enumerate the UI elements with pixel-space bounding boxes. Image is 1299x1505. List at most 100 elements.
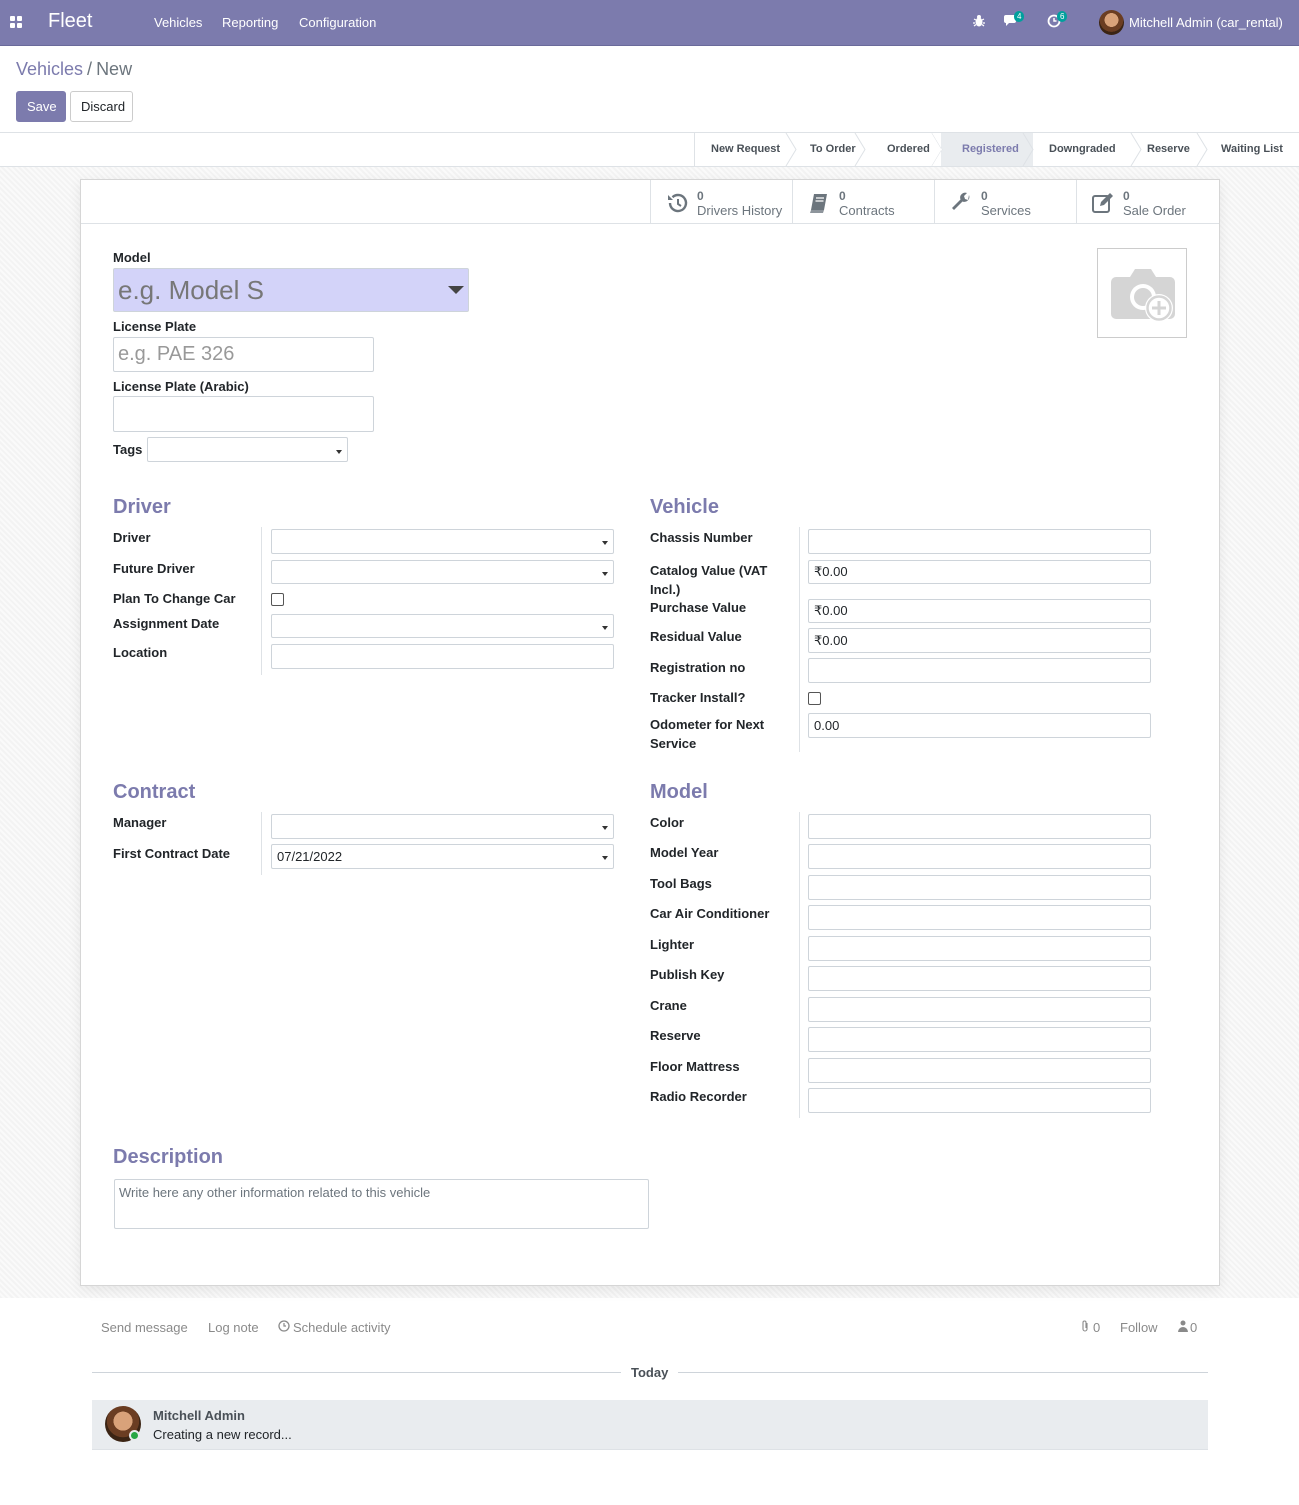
catalog-value-label: Catalog Value (VAT Incl.): [650, 563, 768, 597]
color-field[interactable]: [808, 814, 1151, 839]
registration-no-field[interactable]: [808, 658, 1151, 683]
contracts-label: Contracts: [839, 203, 895, 218]
sale-order-button[interactable]: 0 Sale Order: [1076, 180, 1219, 223]
today-label: Today: [631, 1365, 669, 1380]
radio-recorder-field[interactable]: [808, 1088, 1151, 1113]
services-button[interactable]: 0 Services: [934, 180, 1076, 223]
location-field[interactable]: [271, 644, 614, 669]
author-name[interactable]: Mitchell Admin: [153, 1408, 245, 1423]
schedule-activity-button[interactable]: Schedule activity: [293, 1320, 391, 1335]
license-plate-arabic-label: License Plate (Arabic): [113, 379, 249, 394]
driver-dropdown-icon: [602, 541, 608, 545]
contracts-button[interactable]: 0 Contracts: [792, 180, 934, 223]
assignment-date-field[interactable]: [271, 614, 614, 638]
contract-divider: [261, 812, 262, 875]
messages-badge: 4: [1014, 11, 1025, 22]
drivers-history-button[interactable]: 0 Drivers History: [650, 180, 792, 223]
chassis-number-field[interactable]: [808, 529, 1151, 554]
status-bar: New Request To Order Ordered Registered …: [0, 132, 1299, 167]
purchase-value-label: Purchase Value: [650, 600, 747, 615]
today-divider-left: [92, 1372, 621, 1373]
menu-reporting[interactable]: Reporting: [222, 15, 278, 30]
floor-mattress-field[interactable]: [808, 1058, 1151, 1083]
plan-change-car-checkbox[interactable]: [271, 593, 284, 606]
first-contract-date-dropdown-icon: [602, 856, 608, 860]
sale-order-label: Sale Order: [1123, 203, 1186, 218]
vehicle-divider: [799, 527, 800, 752]
crane-label: Crane: [650, 998, 687, 1013]
drivers-history-label: Drivers History: [697, 203, 783, 218]
user-avatar[interactable]: [1099, 10, 1124, 35]
manager-label: Manager: [113, 815, 167, 830]
camera-plus-icon: [1111, 269, 1175, 322]
catalog-value-field[interactable]: ₹0.00: [808, 560, 1151, 584]
send-message-button[interactable]: Send message: [101, 1320, 188, 1335]
tags-label: Tags: [113, 442, 143, 457]
color-label: Color: [650, 815, 684, 830]
breadcrumb-vehicles[interactable]: Vehicles: [16, 59, 83, 79]
model-divider: [799, 812, 800, 1118]
residual-value-field[interactable]: ₹0.00: [808, 628, 1151, 653]
book-icon: [810, 194, 827, 213]
menu-configuration[interactable]: Configuration: [299, 15, 376, 30]
floor-mattress-label: Floor Mattress: [650, 1059, 740, 1074]
driver-field[interactable]: [271, 529, 614, 554]
breadcrumb-current: New: [96, 59, 133, 79]
license-plate-arabic-field[interactable]: [113, 396, 374, 432]
manager-field[interactable]: [271, 814, 614, 839]
top-navbar: Fleet Vehicles Reporting Configuration 4…: [0, 0, 1299, 46]
tracker-install-label: Tracker Install?: [650, 690, 746, 705]
vehicle-image-upload[interactable]: [1097, 248, 1187, 338]
history-icon: [668, 193, 688, 213]
radio-recorder-label: Radio Recorder: [650, 1089, 747, 1104]
future-driver-field[interactable]: [271, 560, 614, 584]
car-air-conditioner-field[interactable]: [808, 905, 1151, 930]
crane-field[interactable]: [808, 997, 1151, 1022]
sale-order-count: 0: [1123, 189, 1130, 203]
user-menu[interactable]: Mitchell Admin (car_rental): [1129, 15, 1283, 30]
tracker-install-checkbox[interactable]: [808, 692, 821, 705]
activities-icon[interactable]: 6: [1047, 11, 1068, 31]
app-brand[interactable]: Fleet: [48, 10, 92, 33]
description-field[interactable]: Write here any other information related…: [114, 1179, 649, 1229]
location-label: Location: [113, 645, 168, 660]
paperclip-icon[interactable]: [1080, 1320, 1090, 1335]
manager-dropdown-icon: [602, 826, 608, 830]
license-plate-field[interactable]: e.g. PAE 326: [113, 337, 374, 372]
discard-button[interactable]: Discard: [70, 91, 133, 122]
driver-divider: [261, 527, 262, 675]
activities-badge: 6: [1057, 11, 1068, 22]
publish-key-label: Publish Key: [650, 967, 725, 982]
reserve-label: Reserve: [650, 1028, 701, 1043]
log-note-button[interactable]: Log note: [208, 1320, 259, 1335]
apps-menu-icon[interactable]: [10, 16, 23, 28]
purchase-value-field[interactable]: ₹0.00: [808, 599, 1151, 623]
model-field[interactable]: e.g. Model S: [113, 268, 469, 312]
lighter-field[interactable]: [808, 936, 1151, 961]
online-status-icon: [129, 1430, 140, 1441]
model-year-field[interactable]: [808, 844, 1151, 869]
messages-icon[interactable]: 4: [1004, 11, 1025, 30]
odometer-next-service-field[interactable]: 0.00: [808, 713, 1151, 738]
follow-button[interactable]: Follow: [1120, 1320, 1158, 1335]
menu-vehicles[interactable]: Vehicles: [154, 15, 202, 30]
bug-icon[interactable]: [973, 14, 985, 30]
save-button[interactable]: Save: [16, 91, 66, 122]
form-sheet: 0 Drivers History 0 Contracts 0 Services…: [80, 179, 1220, 1286]
tags-field[interactable]: [147, 437, 348, 462]
future-driver-label: Future Driver: [113, 561, 195, 576]
attachments-count[interactable]: 0: [1093, 1320, 1100, 1335]
edit-icon: [1092, 193, 1113, 213]
odometer-next-service-label: Odometer for Next Service: [650, 717, 765, 751]
registration-no-label: Registration no: [650, 660, 746, 675]
model-dropdown-icon[interactable]: [448, 286, 464, 295]
followers-count[interactable]: 0: [1190, 1320, 1197, 1335]
reserve-field[interactable]: [808, 1027, 1151, 1052]
first-contract-date-label: First Contract Date: [113, 846, 231, 861]
drivers-history-count: 0: [697, 189, 704, 203]
first-contract-date-field[interactable]: 07/21/2022: [271, 844, 614, 869]
publish-key-field[interactable]: [808, 966, 1151, 991]
tool-bags-field[interactable]: [808, 875, 1151, 900]
tags-dropdown-icon: [336, 450, 342, 454]
followers-icon[interactable]: [1178, 1320, 1188, 1335]
